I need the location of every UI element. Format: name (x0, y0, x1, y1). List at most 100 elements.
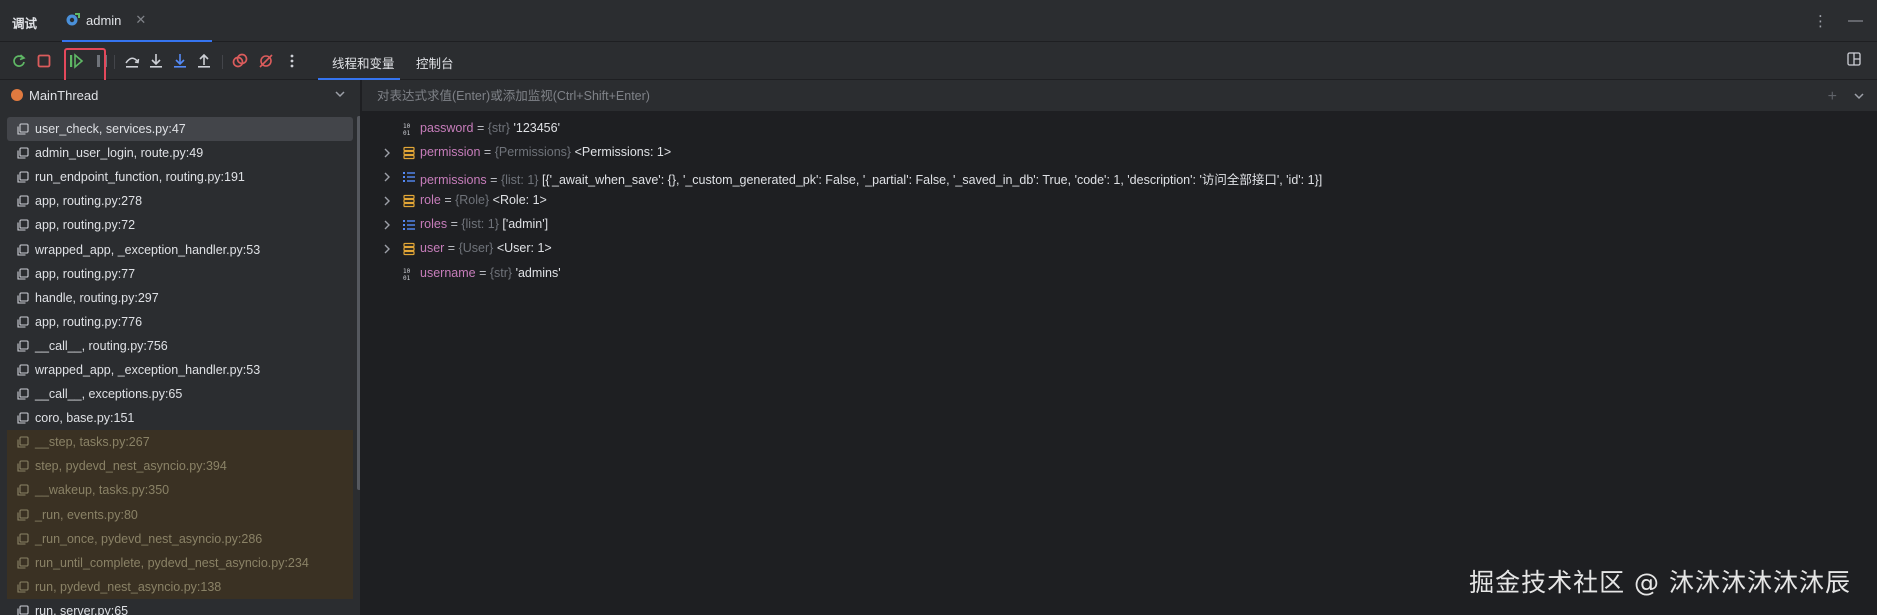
tab-console[interactable]: 控制台 (416, 53, 454, 72)
frame-label: coro, base.py:151 (35, 411, 135, 426)
variable-name: password (420, 121, 474, 135)
list-icon (403, 220, 415, 231)
step-into-icon[interactable] (146, 51, 166, 71)
variable-row[interactable]: 10 01 password = {str} '123456' (362, 117, 1862, 141)
rerun-icon[interactable] (9, 51, 29, 71)
stack-frame-row[interactable]: run, pydevd_nest_asyncio.py:138 (7, 574, 353, 599)
thread-status-icon (11, 89, 23, 101)
variable-value: '123456' (513, 121, 560, 135)
tab-threads-variables[interactable]: 线程和变量 (332, 53, 395, 72)
equals-sign: = (447, 217, 462, 232)
frame-icon (17, 195, 29, 207)
variable-value: 'admins' (515, 265, 561, 280)
mute-breakpoints-icon[interactable] (256, 51, 276, 71)
chevron-right-icon[interactable] (382, 148, 392, 158)
variable-row[interactable]: 10 01 username = {str} 'admins' (362, 262, 1862, 286)
stack-frame-row[interactable]: run_until_complete, pydevd_nest_asyncio.… (7, 550, 353, 575)
debug-panel-title: 调试 (12, 17, 38, 31)
debug-titlebar: 调试 admin ✕ ⋮ — (0, 0, 1877, 42)
stack-frame-row[interactable]: wrapped_app, _exception_handler.py:53 (7, 237, 353, 261)
frame-label: app, routing.py:278 (35, 194, 143, 209)
frame-icon (17, 484, 29, 497)
stack-frame-row[interactable]: admin_user_login, route.py:49 (7, 141, 353, 165)
thread-selector[interactable]: MainThread (0, 80, 360, 110)
variable-text: roles = {list: 1} ['admin'] (420, 217, 548, 231)
more-options-icon[interactable]: ⋮ (1813, 12, 1828, 30)
chevron-right-icon[interactable] (382, 172, 392, 182)
step-into-my-code-icon[interactable] (170, 51, 190, 71)
more-icon[interactable] (282, 51, 302, 71)
chevron-down-icon[interactable] (334, 88, 346, 100)
variable-type: {Permissions} (494, 145, 572, 160)
scrollbar[interactable] (357, 116, 360, 490)
variable-text: password = {str} '123456' (420, 121, 560, 135)
stack-frame-row[interactable]: app, routing.py:72 (7, 213, 353, 237)
variable-text: username = {str} 'admins' (420, 266, 561, 280)
debug-toolbar: 线程和变量 控制台 (0, 42, 1877, 80)
minimize-icon[interactable]: — (1848, 12, 1863, 30)
frame-list: user_check, services.py:47 admin_user_log… (7, 117, 353, 615)
step-over-icon[interactable] (122, 51, 142, 71)
stop-icon[interactable] (34, 51, 54, 71)
close-icon[interactable]: ✕ (135, 12, 146, 28)
stack-frame-row[interactable]: __call__, exceptions.py:65 (7, 382, 353, 406)
chevron-right-icon[interactable] (382, 244, 392, 254)
primitive-icon: 1001 (403, 268, 411, 281)
variable-row[interactable]: permission = {Permissions} <Permissions:… (362, 141, 1862, 165)
variable-name: user (420, 241, 445, 256)
stack-frame-row[interactable]: wrapped_app, _exception_handler.py:53 (7, 358, 353, 382)
variable-text: user = {User} <User: 1> (420, 241, 552, 255)
variable-row[interactable]: user = {User} <User: 1> (362, 237, 1862, 261)
stack-frame-row[interactable]: user_check, services.py:47 (7, 117, 353, 142)
chevron-right-icon[interactable] (382, 220, 392, 230)
variable-row[interactable]: roles = {list: 1} ['admin'] (362, 213, 1862, 237)
variable-type: {list: 1} (500, 173, 539, 188)
step-out-icon[interactable] (194, 51, 214, 71)
object-icon (403, 195, 415, 208)
stack-frame-row[interactable]: app, routing.py:77 (7, 262, 353, 286)
variable-type: {str} (487, 121, 510, 135)
chevron-right-icon[interactable] (382, 196, 392, 206)
frame-label: app, routing.py:77 (35, 266, 136, 281)
variable-name: roles (420, 217, 448, 232)
stack-frame-row[interactable]: __wakeup, tasks.py:350 (7, 478, 353, 503)
frame-label: app, routing.py:72 (35, 218, 136, 233)
equals-sign: = (473, 121, 488, 135)
stack-frame-row[interactable]: coro, base.py:151 (7, 406, 353, 430)
variable-value: <Role: 1> (492, 193, 547, 208)
stack-frame-row[interactable]: _run, events.py:80 (7, 502, 353, 527)
stack-frame-row[interactable]: app, routing.py:278 (7, 189, 353, 213)
variable-value: [{'_await_when_save': {}, '_custom_gener… (541, 173, 1323, 188)
stack-frame-row[interactable]: run, server.py:65 (7, 599, 353, 615)
equals-sign: = (475, 265, 490, 280)
scrollbar[interactable] (1869, 112, 1877, 615)
stack-frame-row[interactable]: __step, tasks.py:267 (7, 430, 353, 455)
variable-tree: 10 01 password = {str} '123456' permission … (362, 117, 1862, 286)
variable-row[interactable]: role = {Role} <Role: 1> (362, 189, 1862, 213)
variables-panel: + 1001password = {str} '123456'permissio… (362, 80, 1877, 615)
list-icon (403, 172, 415, 183)
tab-admin-session[interactable]: admin ✕ (62, 0, 212, 42)
add-watch-icon[interactable]: + (1828, 88, 1837, 106)
variable-name: permission (420, 145, 481, 160)
stack-frame-row[interactable]: _run_once, pydevd_nest_asyncio.py:286 (7, 526, 353, 551)
variable-type: {list: 1} (461, 217, 499, 232)
frame-icon (17, 171, 29, 183)
stack-frame-row[interactable]: step, pydevd_nest_asyncio.py:394 (7, 454, 353, 479)
evaluate-expression-input[interactable] (377, 88, 1537, 104)
view-breakpoints-icon[interactable] (230, 51, 250, 71)
frame-icon (17, 436, 29, 448)
stack-frame-row[interactable]: app, routing.py:776 (7, 310, 353, 334)
chevron-down-icon[interactable] (1853, 90, 1865, 102)
frame-icon (17, 316, 29, 328)
stack-frame-row[interactable]: __call__, routing.py:756 (7, 334, 353, 358)
layout-settings-icon[interactable] (1847, 52, 1861, 69)
stack-frame-row[interactable]: handle, routing.py:297 (7, 286, 353, 310)
equals-sign: = (480, 145, 495, 160)
frame-icon (17, 364, 29, 376)
variable-row[interactable]: permissions = {list: 1} [{'_await_when_s… (362, 165, 1862, 189)
stack-frame-row[interactable]: run_endpoint_function, routing.py:191 (7, 165, 353, 189)
object-icon (403, 243, 415, 256)
frame-label: __wakeup, tasks.py:350 (35, 483, 170, 498)
equals-sign: = (486, 173, 501, 188)
